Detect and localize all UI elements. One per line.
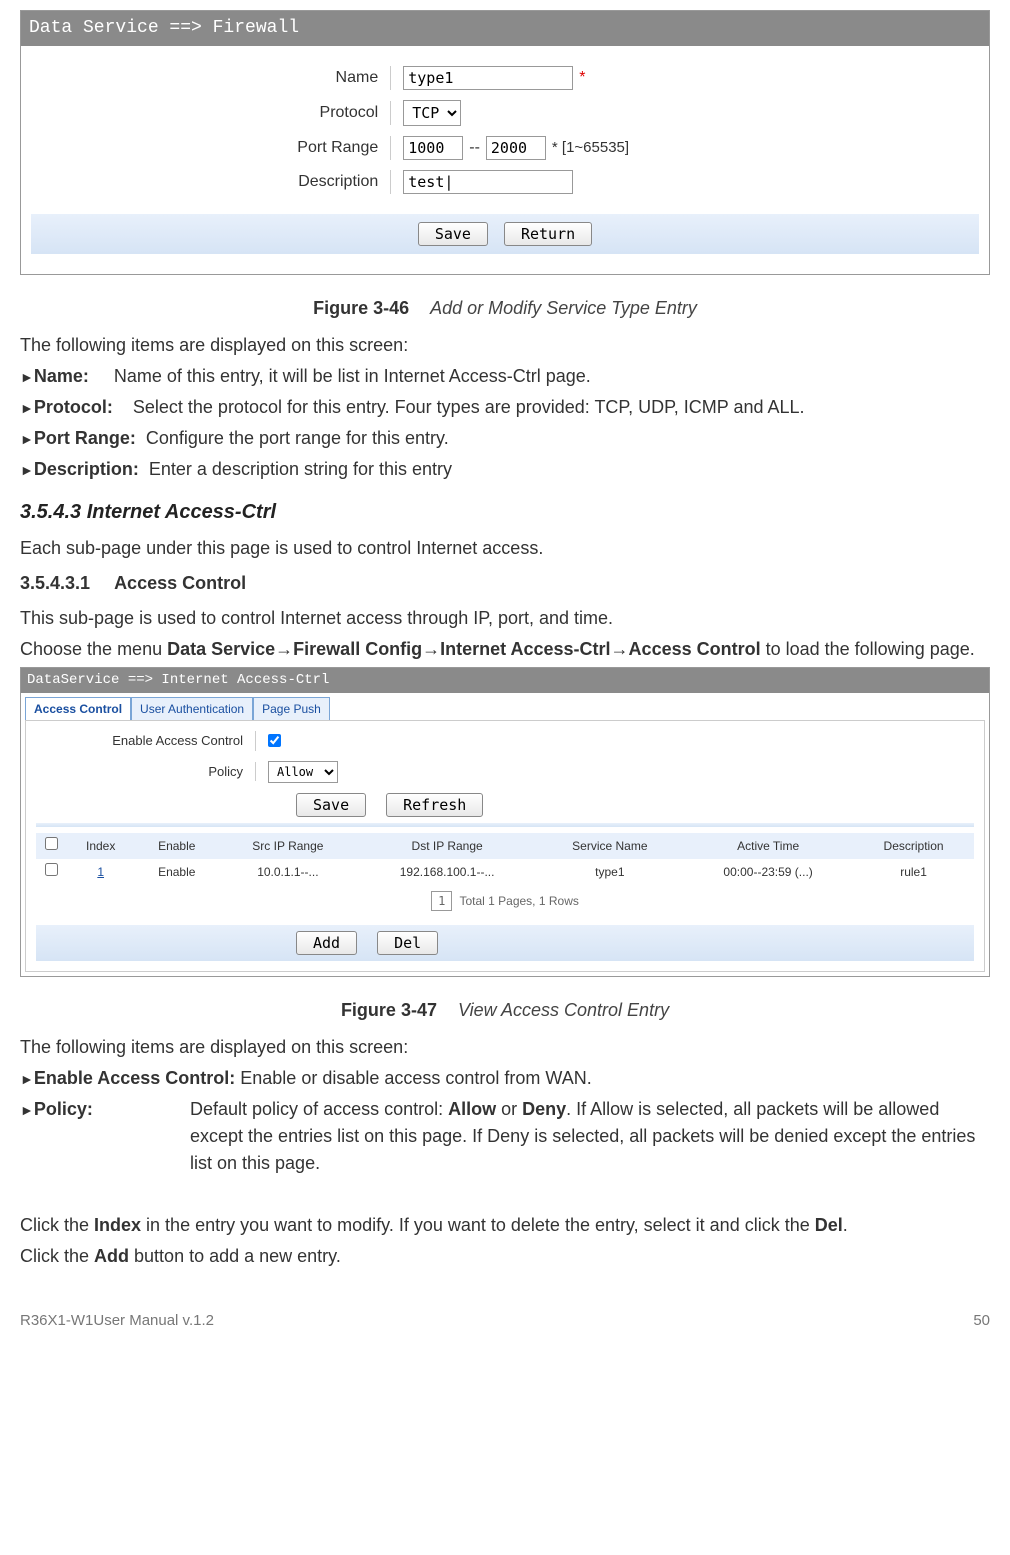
tab-access-control[interactable]: Access Control: [25, 697, 131, 720]
pager-text: Total 1 Pages, 1 Rows: [459, 894, 578, 908]
body-text: Click the Add button to add a new entry.: [20, 1243, 990, 1270]
body-text: This sub-page is used to control Interne…: [20, 605, 990, 632]
tab-user-authentication[interactable]: User Authentication: [131, 697, 253, 720]
col-enable: Enable: [135, 833, 218, 859]
figure-caption: Figure 3-47 View Access Control Entry: [20, 997, 990, 1024]
description-input[interactable]: [403, 170, 573, 194]
body-text: ►Description: Enter a description string…: [20, 456, 990, 483]
port-hint: * [1~65535]: [552, 137, 629, 160]
body-text: The following items are displayed on thi…: [20, 332, 990, 359]
del-button[interactable]: Del: [377, 931, 438, 955]
port-to-input[interactable]: [486, 136, 546, 160]
footer-left: R36X1-W1User Manual v.1.2: [20, 1310, 214, 1333]
protocol-label: Protocol: [31, 101, 391, 125]
table-row: 1 Enable 10.0.1.1--... 192.168.100.1--..…: [36, 859, 974, 885]
body-text: ►Enable Access Control: Enable or disabl…: [20, 1065, 990, 1092]
cell-service: type1: [537, 859, 684, 885]
return-button[interactable]: Return: [504, 222, 592, 246]
cell-enable: Enable: [135, 859, 218, 885]
description-label: Description: [31, 170, 391, 194]
subsection-heading: 3.5.4.3.1Access Control: [20, 570, 990, 597]
select-all-checkbox[interactable]: [45, 837, 58, 850]
col-index: Index: [66, 833, 135, 859]
body-text: ►Protocol: Select the protocol for this …: [20, 394, 990, 421]
section-heading: 3.5.4.3 Internet Access-Ctrl: [20, 497, 990, 527]
col-src: Src IP Range: [218, 833, 357, 859]
col-desc: Description: [853, 833, 974, 859]
protocol-select[interactable]: TCP: [403, 100, 461, 126]
page-footer: R36X1-W1User Manual v.1.2 50: [20, 1310, 990, 1333]
portrange-label: Port Range: [31, 136, 391, 160]
screenshot-service-type: Data Service ==> Firewall Name * Protoco…: [20, 10, 990, 275]
body-text: ►Name: Name of this entry, it will be li…: [20, 363, 990, 390]
required-mark: *: [579, 66, 585, 90]
add-button[interactable]: Add: [296, 931, 357, 955]
save-button[interactable]: Save: [296, 793, 366, 817]
body-text: Each sub-page under this page is used to…: [20, 535, 990, 562]
body-text: ►Policy: Default policy of access contro…: [20, 1096, 990, 1177]
index-link[interactable]: 1: [66, 859, 135, 885]
save-button[interactable]: Save: [418, 222, 488, 246]
window-title: Data Service ==> Firewall: [21, 11, 989, 46]
body-text: ►Port Range: Configure the port range fo…: [20, 425, 990, 452]
screenshot-access-control: DataService ==> Internet Access-Ctrl Acc…: [20, 667, 990, 977]
figure-caption: Figure 3-46 Add or Modify Service Type E…: [20, 295, 990, 322]
body-text: Click the Index in the entry you want to…: [20, 1212, 990, 1239]
port-from-input[interactable]: [403, 136, 463, 160]
col-time: Active Time: [683, 833, 853, 859]
rules-table: Index Enable Src IP Range Dst IP Range S…: [36, 833, 974, 885]
enable-ac-checkbox[interactable]: [268, 734, 281, 747]
page-number: 50: [973, 1310, 990, 1333]
name-label: Name: [31, 66, 391, 90]
pager: 1 Total 1 Pages, 1 Rows: [36, 885, 974, 917]
page-number-box[interactable]: 1: [431, 891, 452, 911]
enable-ac-label: Enable Access Control: [36, 731, 256, 751]
col-service: Service Name: [537, 833, 684, 859]
body-text: The following items are displayed on thi…: [20, 1034, 990, 1061]
cell-desc: rule1: [853, 859, 974, 885]
cell-src: 10.0.1.1--...: [218, 859, 357, 885]
port-separator: --: [469, 136, 480, 160]
cell-time: 00:00--23:59 (...): [683, 859, 853, 885]
cell-dst: 192.168.100.1--...: [358, 859, 537, 885]
col-dst: Dst IP Range: [358, 833, 537, 859]
window-title: DataService ==> Internet Access-Ctrl: [21, 668, 989, 693]
refresh-button[interactable]: Refresh: [386, 793, 483, 817]
tab-page-push[interactable]: Page Push: [253, 697, 330, 720]
policy-label: Policy: [36, 762, 256, 782]
body-text: Choose the menu Data Service→Firewall Co…: [20, 636, 990, 663]
name-input[interactable]: [403, 66, 573, 90]
policy-select[interactable]: Allow: [268, 761, 338, 783]
row-checkbox[interactable]: [45, 863, 58, 876]
